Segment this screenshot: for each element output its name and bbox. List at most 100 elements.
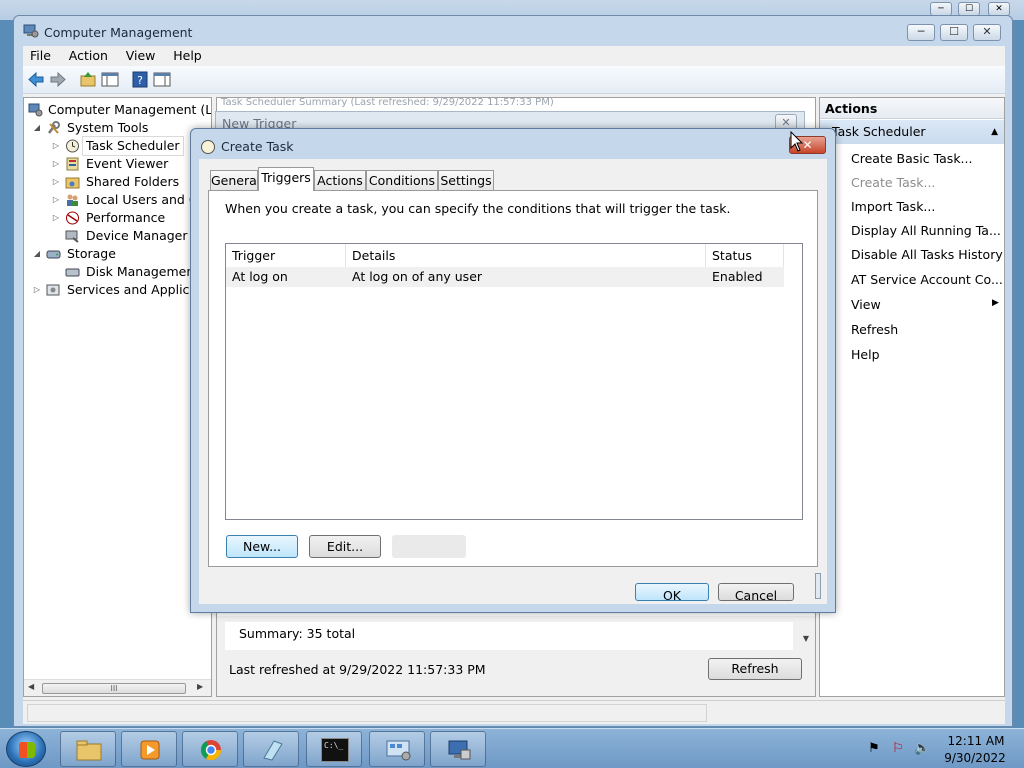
cell-trigger: At log on xyxy=(232,269,288,284)
tree-label-device-manager: Device Manager xyxy=(86,228,188,243)
taskbar-chrome[interactable] xyxy=(182,731,238,767)
volume-icon[interactable]: 🔈 xyxy=(914,741,930,757)
shared-folder-icon xyxy=(65,177,80,189)
collapsed-arrow-icon[interactable]: ▷ xyxy=(51,155,61,173)
toolbar: ? xyxy=(23,66,1005,94)
tree-label-task-scheduler: Task Scheduler xyxy=(82,136,184,156)
event-viewer-icon xyxy=(66,157,79,171)
forward-arrow-icon[interactable] xyxy=(48,70,68,89)
bg-minimize-button[interactable]: ─ xyxy=(930,2,952,16)
action-import-task[interactable]: Import Task... xyxy=(851,197,935,217)
tree-item-root[interactable]: Computer Management (Local xyxy=(26,101,212,119)
menu-action[interactable]: Action xyxy=(62,46,115,66)
scroll-left-icon[interactable]: ◀ xyxy=(28,682,34,691)
minimize-button[interactable]: ─ xyxy=(907,24,935,41)
column-header-details[interactable]: Details xyxy=(346,244,706,268)
close-button[interactable]: ✕ xyxy=(973,24,1001,41)
tree-item-local-users[interactable]: ▷ Local Users and Gro xyxy=(26,191,211,209)
tree-item-shared-folders[interactable]: ▷ Shared Folders xyxy=(26,173,206,191)
triggers-table: Trigger Details Status At log on At log … xyxy=(225,243,803,520)
help-icon[interactable]: ? xyxy=(130,70,150,89)
collapsed-arrow-icon[interactable]: ▷ xyxy=(51,209,61,227)
window-titlebar[interactable]: Computer Management ─ ☐ ✕ xyxy=(14,16,1012,46)
actions-group-task-scheduler[interactable]: Task Scheduler ▲ xyxy=(820,120,1004,144)
refresh-button[interactable]: Refresh xyxy=(708,658,802,680)
tab-settings[interactable]: Settings xyxy=(438,170,494,190)
taskbar-media-player[interactable] xyxy=(121,731,177,767)
clock-date[interactable]: 9/30/2022 xyxy=(940,751,1010,765)
column-header-status[interactable]: Status xyxy=(706,244,784,268)
show-hide-console-tree-icon[interactable] xyxy=(100,70,120,89)
status-bar xyxy=(23,700,1005,724)
bg-maximize-button[interactable]: ☐ xyxy=(958,2,980,16)
column-header-trigger[interactable]: Trigger xyxy=(226,244,346,268)
start-button[interactable] xyxy=(6,731,46,767)
tree-item-performance[interactable]: ▷ Performance xyxy=(26,209,206,227)
tab-actions[interactable]: Actions xyxy=(314,170,366,190)
back-arrow-icon[interactable] xyxy=(26,70,46,89)
action-help[interactable]: Help xyxy=(851,345,880,365)
tree-label-disk-management: Disk Management xyxy=(86,264,200,279)
tree-item-event-viewer[interactable]: ▷ Event Viewer xyxy=(26,155,206,173)
show-hide-action-pane-icon[interactable] xyxy=(152,70,172,89)
computer-management-icon xyxy=(28,103,43,117)
taskbar-notepad[interactable] xyxy=(243,731,299,767)
taskbar-explorer[interactable] xyxy=(60,731,116,767)
tree-label-event-viewer: Event Viewer xyxy=(86,156,169,171)
expanded-arrow-icon[interactable]: ◢ xyxy=(32,245,42,263)
taskbar-computer-management[interactable] xyxy=(430,731,486,767)
tree-item-disk-management[interactable]: Disk Management xyxy=(26,263,206,281)
tree-item-storage[interactable]: ◢ Storage xyxy=(26,245,206,263)
tab-general[interactable]: General xyxy=(210,170,260,190)
table-row[interactable]: At log on At log on of any user Enabled xyxy=(226,267,784,287)
expanded-arrow-icon[interactable]: ◢ xyxy=(32,119,42,137)
action-at-service-account[interactable]: AT Service Account Co... xyxy=(851,270,1003,290)
action-display-running[interactable]: Display All Running Ta... xyxy=(851,221,1001,241)
tree-item-task-scheduler[interactable]: ▷ Task Scheduler xyxy=(26,136,206,156)
scroll-right-icon[interactable]: ▶ xyxy=(197,682,203,691)
taskbar-cmd[interactable]: C:\_ xyxy=(306,731,362,767)
tab-conditions[interactable]: Conditions xyxy=(366,170,438,190)
action-disable-history[interactable]: Disable All Tasks History xyxy=(851,245,1003,265)
network-icon[interactable]: ⚑ xyxy=(866,741,882,757)
cancel-button[interactable]: Cancel xyxy=(718,583,794,601)
status-cell xyxy=(27,704,707,722)
control-panel-icon xyxy=(386,740,411,761)
tree-item-device-manager[interactable]: Device Manager xyxy=(26,227,206,245)
tree-item-services[interactable]: ▷ Services and Application xyxy=(26,281,211,299)
maximize-button[interactable]: ☐ xyxy=(940,24,968,41)
action-view[interactable]: View xyxy=(851,295,1001,315)
ok-button[interactable]: OK xyxy=(635,583,709,601)
up-folder-icon[interactable] xyxy=(78,70,98,89)
actions-group-label: Task Scheduler xyxy=(832,124,926,139)
action-center-icon[interactable]: ⚐ xyxy=(890,741,906,757)
menu-file[interactable]: File xyxy=(23,46,58,66)
collapsed-arrow-icon[interactable]: ▷ xyxy=(51,191,61,209)
menu-view[interactable]: View xyxy=(119,46,163,66)
dialog-body: General Triggers Actions Conditions Sett… xyxy=(199,159,827,604)
bg-close-button[interactable]: ✕ xyxy=(988,2,1010,16)
tree-label-root: Computer Management (Local xyxy=(48,102,212,117)
vertical-scrollbar-fragment xyxy=(815,573,821,599)
clock-icon xyxy=(201,140,215,154)
tree-horizontal-scrollbar[interactable]: ◀ III ▶ xyxy=(24,679,211,696)
media-player-icon xyxy=(140,740,160,760)
notepad-icon xyxy=(263,740,283,761)
collapse-up-icon[interactable]: ▲ xyxy=(991,120,998,144)
action-create-basic-task[interactable]: Create Basic Task... xyxy=(851,149,972,169)
new-trigger-button[interactable]: New... xyxy=(226,535,298,558)
tree-label-shared-folders: Shared Folders xyxy=(86,174,180,189)
menu-help[interactable]: Help xyxy=(166,46,209,66)
edit-trigger-button[interactable]: Edit... xyxy=(309,535,381,558)
clock-time[interactable]: 12:11 AM xyxy=(946,734,1006,748)
collapsed-arrow-icon[interactable]: ▷ xyxy=(51,173,61,191)
tab-triggers[interactable]: Triggers xyxy=(258,167,314,191)
tree-item-system-tools[interactable]: ◢ System Tools xyxy=(26,119,206,137)
summary-section: Summary: 35 total ▼ Last refreshed at 9/… xyxy=(217,616,815,696)
collapsed-arrow-icon[interactable]: ▷ xyxy=(51,137,61,155)
action-refresh[interactable]: Refresh xyxy=(851,320,898,340)
taskbar-control-panel[interactable] xyxy=(369,731,425,767)
collapsed-arrow-icon[interactable]: ▷ xyxy=(32,281,42,299)
scroll-down-icon[interactable]: ▼ xyxy=(803,634,809,643)
scroll-thumb[interactable]: III xyxy=(42,683,186,694)
